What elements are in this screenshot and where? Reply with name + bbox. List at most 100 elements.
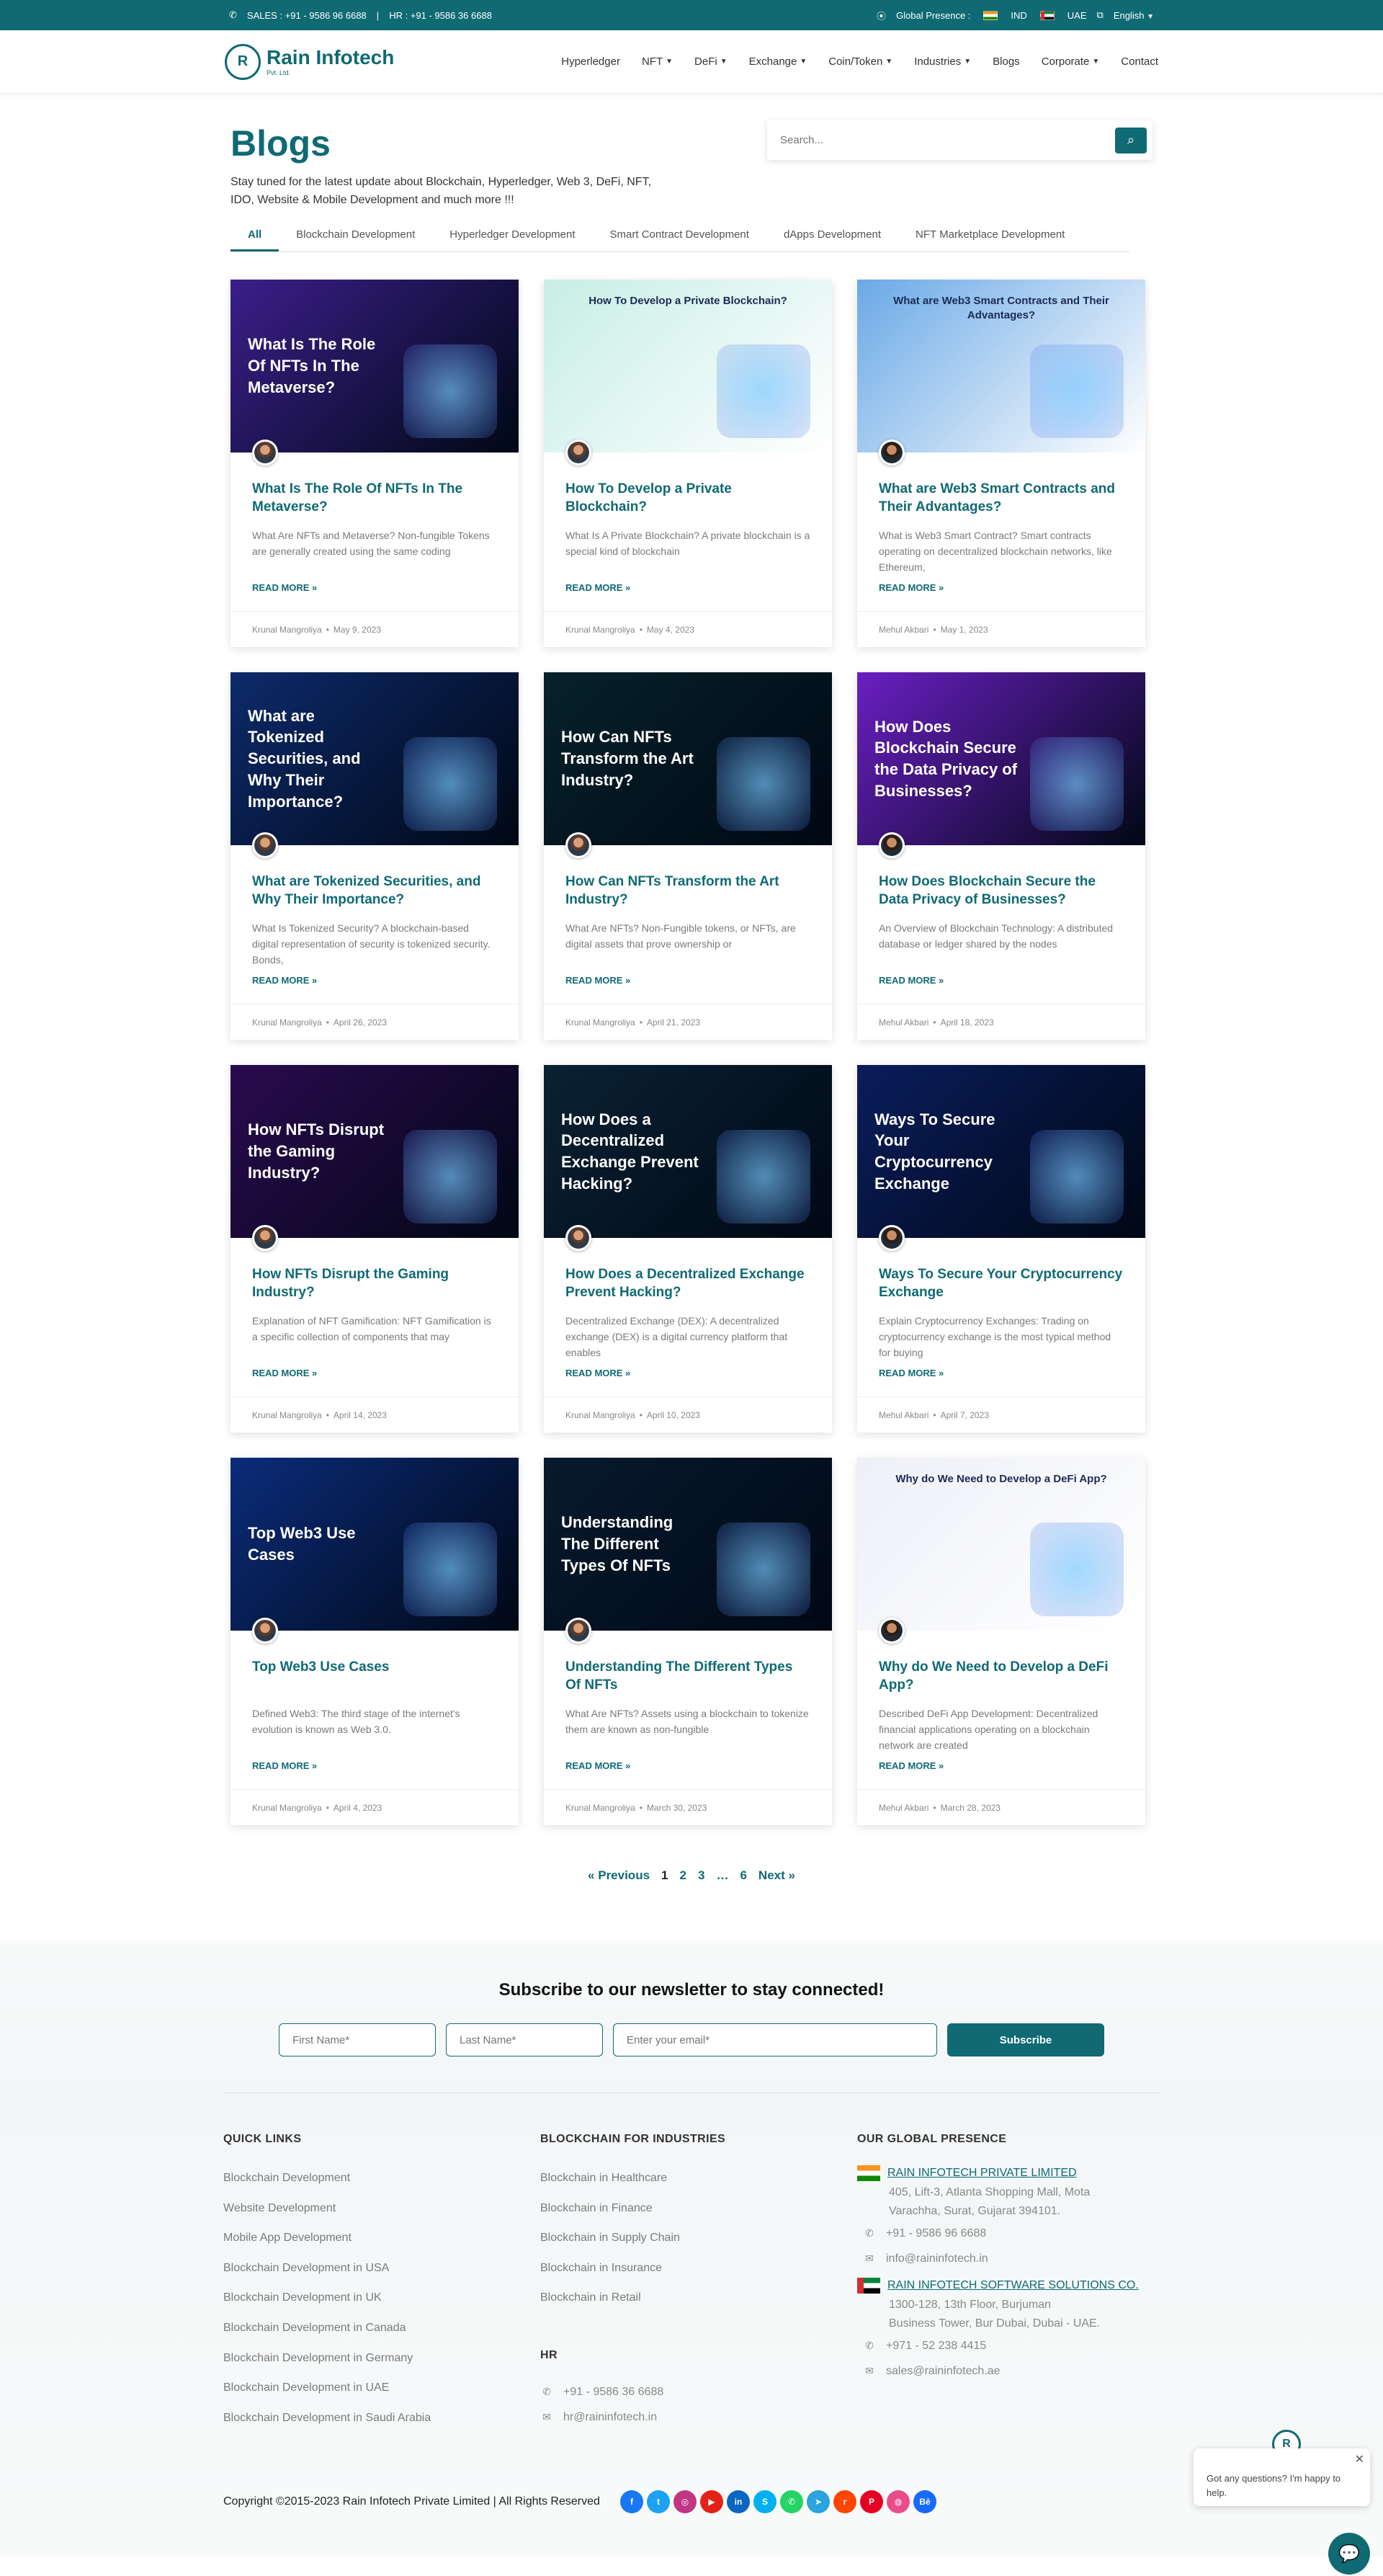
reddit-icon[interactable]: r [833,2490,856,2514]
read-more-link[interactable]: READ MORE » [252,582,317,593]
close-icon[interactable]: ✕ [1355,2453,1364,2467]
linkedin-icon[interactable]: in [727,2490,750,2514]
blog-card-image[interactable]: How Can NFTs Transform the Art Industry? [544,672,832,845]
next-page-link[interactable]: Next » [758,1868,795,1883]
read-more-link[interactable]: READ MORE » [252,1368,317,1378]
tab-smart-contract-development[interactable]: Smart Contract Development [593,220,766,251]
sales-phone[interactable]: SALES : +91 - 9586 96 6688 [247,10,367,21]
read-more-link[interactable]: READ MORE » [879,1760,944,1771]
nav-item-coin-token[interactable]: Coin/Token ▼ [828,55,892,68]
uae-label[interactable]: UAE [1068,10,1087,21]
blog-card-title[interactable]: How Does Blockchain Secure the Data Priv… [879,873,1124,910]
blog-card-title[interactable]: Understanding The Different Types Of NFT… [565,1658,810,1695]
blog-card-image[interactable]: How Does Blockchain Secure the Data Priv… [857,672,1145,845]
email-field[interactable] [613,2023,937,2056]
footer-quick-link[interactable]: Blockchain Development [223,2163,540,2193]
nav-item-industries[interactable]: Industries ▼ [914,55,971,68]
blog-card-image[interactable]: How Does a Decentralized Exchange Preven… [544,1065,832,1238]
blog-card-title[interactable]: Why do We Need to Develop a DeFi App? [879,1658,1124,1695]
hr-phone-row[interactable]: ✆ +91 - 9586 36 6688 [540,2379,857,2405]
chat-button[interactable]: 💬 [1328,2533,1370,2575]
nav-item-hyperledger[interactable]: Hyperledger [561,55,620,68]
blog-card-title[interactable]: How NFTs Disrupt the Gaming Industry? [252,1265,497,1303]
search-input[interactable] [780,134,1115,146]
nav-item-contact[interactable]: Contact [1121,55,1158,68]
whatsapp-icon[interactable]: ✆ [780,2490,803,2514]
read-more-link[interactable]: READ MORE » [879,582,944,593]
pinterest-icon[interactable]: P [860,2490,883,2514]
tab-dapps-development[interactable]: dApps Development [766,220,898,251]
telegram-icon[interactable]: ➤ [807,2490,830,2514]
page-link[interactable]: 1 [661,1868,668,1883]
instagram-icon[interactable]: ◎ [673,2490,697,2514]
footer-quick-link[interactable]: Website Development [223,2193,540,2224]
tab-nft-marketplace-development[interactable]: NFT Marketplace Development [898,220,1082,251]
read-more-link[interactable]: READ MORE » [879,975,944,986]
last-name-field[interactable] [446,2023,603,2056]
blog-card-image[interactable]: What are Tokenized Securities, and Why T… [230,672,519,845]
behance-icon[interactable]: Bē [913,2490,936,2514]
skype-icon[interactable]: S [753,2490,776,2514]
blog-card-image[interactable]: Understanding The Different Types Of NFT… [544,1458,832,1631]
tab-hyperledger-development[interactable]: Hyperledger Development [432,220,592,251]
nav-item-nft[interactable]: NFT ▼ [642,55,673,68]
blog-card-image[interactable]: How To Develop a Private Blockchain? [544,280,832,453]
blog-card-title[interactable]: What are Web3 Smart Contracts and Their … [879,480,1124,517]
hr-email-row[interactable]: ✉ hr@raininfotech.in [540,2405,857,2430]
blog-card-title[interactable]: How Does a Decentralized Exchange Preven… [565,1265,810,1303]
read-more-link[interactable]: READ MORE » [565,1368,630,1378]
footer-industry-link[interactable]: Blockchain in Healthcare [540,2163,857,2193]
footer-industry-link[interactable]: Blockchain in Finance [540,2193,857,2224]
language-select[interactable]: English ▼ [1114,10,1154,21]
twitter-icon[interactable]: t [647,2490,670,2514]
blog-card-image[interactable]: Top Web3 Use Cases [230,1458,519,1631]
footer-quick-link[interactable]: Blockchain Development in UAE [223,2373,540,2403]
nav-item-corporate[interactable]: Corporate ▼ [1042,55,1100,68]
read-more-link[interactable]: READ MORE » [252,975,317,986]
read-more-link[interactable]: READ MORE » [565,582,630,593]
hr-phone[interactable]: HR : +91 - 9586 36 6688 [389,10,492,21]
india-label[interactable]: IND [1011,10,1026,21]
dribbble-icon[interactable]: ◍ [887,2490,910,2514]
blog-card-image[interactable]: Why do We Need to Develop a DeFi App? [857,1458,1145,1631]
office-uae-name[interactable]: RAIN INFOTECH SOFTWARE SOLUTIONS CO. [887,2276,1139,2296]
first-name-field[interactable] [279,2023,436,2056]
nav-item-exchange[interactable]: Exchange ▼ [749,55,807,68]
footer-quick-link[interactable]: Blockchain Development in Canada [223,2313,540,2343]
blog-card-image[interactable]: What Is The Role Of NFTs In The Metavers… [230,280,519,453]
blog-card-title[interactable]: How To Develop a Private Blockchain? [565,480,810,517]
read-more-link[interactable]: READ MORE » [252,1760,317,1771]
footer-industry-link[interactable]: Blockchain in Supply Chain [540,2223,857,2253]
footer-quick-link[interactable]: Blockchain Development in Germany [223,2343,540,2374]
blog-card-image[interactable]: What are Web3 Smart Contracts and Their … [857,280,1145,453]
page-link[interactable]: 6 [740,1868,746,1883]
search-button[interactable]: ⌕ [1115,127,1147,153]
blog-card-title[interactable]: Top Web3 Use Cases [252,1658,497,1695]
logo[interactable]: R Rain Infotech Pvt. Ltd. [225,43,394,80]
read-more-link[interactable]: READ MORE » [565,1760,630,1771]
facebook-icon[interactable]: f [620,2490,643,2514]
previous-page-link[interactable]: « Previous [588,1868,650,1883]
footer-quick-link[interactable]: Mobile App Development [223,2223,540,2253]
office-india-name[interactable]: RAIN INFOTECH PRIVATE LIMITED [887,2163,1077,2183]
footer-quick-link[interactable]: Blockchain Development in UK [223,2283,540,2313]
blog-card-image[interactable]: How NFTs Disrupt the Gaming Industry? [230,1065,519,1238]
office-uae-email-row[interactable]: ✉ sales@raininfotech.ae [857,2358,1160,2384]
nav-item-defi[interactable]: DeFi ▼ [694,55,728,68]
footer-industry-link[interactable]: Blockchain in Retail [540,2283,857,2313]
footer-quick-link[interactable]: Blockchain Development in USA [223,2253,540,2283]
tab-blockchain-development[interactable]: Blockchain Development [279,220,432,251]
office-uae-phone-row[interactable]: ✆ +971 - 52 238 4415 [857,2333,1160,2358]
office-india-phone-row[interactable]: ✆ +91 - 9586 96 6688 [857,2221,1160,2246]
blog-card-image[interactable]: Ways To Secure Your Cryptocurrency Excha… [857,1065,1145,1238]
tab-all[interactable]: All [230,220,279,251]
youtube-icon[interactable]: ▶ [700,2490,723,2514]
page-link[interactable]: 2 [680,1868,686,1883]
footer-quick-link[interactable]: Blockchain Development in Saudi Arabia [223,2403,540,2433]
subscribe-button[interactable]: Subscribe [947,2023,1104,2056]
blog-card-title[interactable]: What are Tokenized Securities, and Why T… [252,873,497,910]
footer-industry-link[interactable]: Blockchain in Insurance [540,2253,857,2283]
read-more-link[interactable]: READ MORE » [565,975,630,986]
nav-item-blogs[interactable]: Blogs [993,55,1020,68]
blog-card-title[interactable]: How Can NFTs Transform the Art Industry? [565,873,810,910]
